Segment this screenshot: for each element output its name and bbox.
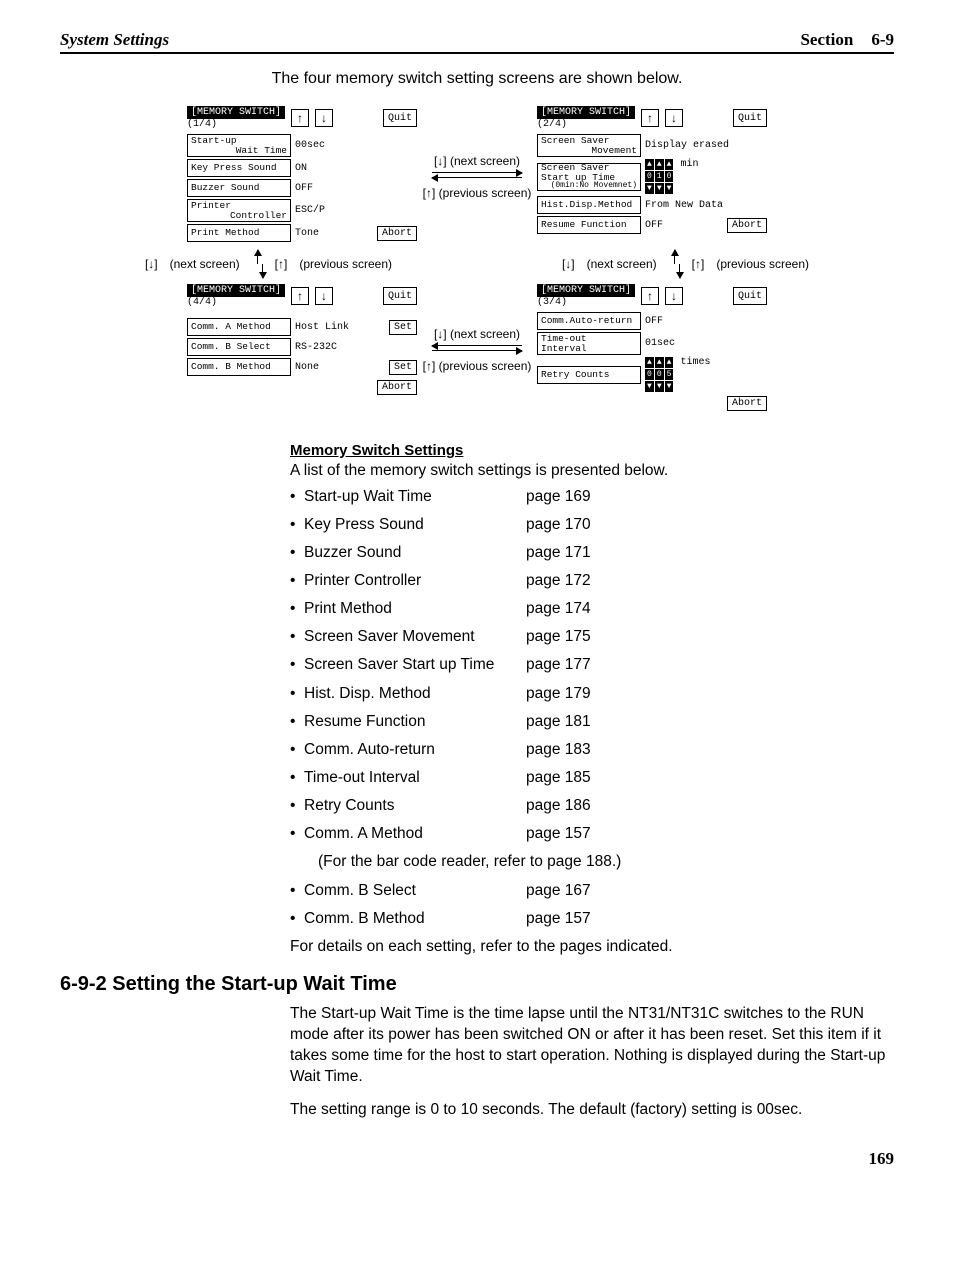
list-item: •Comm. Auto-returnpage 183 <box>290 740 894 760</box>
page-number: 169 <box>60 1149 894 1169</box>
list-item: •Comm. A Methodpage 157 <box>290 824 894 844</box>
panel2-down-button[interactable]: ↓ <box>665 109 683 127</box>
section-6-9-2-p2: The setting range is 0 to 10 seconds. Th… <box>290 1100 894 1121</box>
list-item: •Comm. B Methodpage 157 <box>290 909 894 929</box>
panel4-abort-button[interactable]: Abort <box>377 380 417 395</box>
nav-arrows-1-2: [↓] (next screen) [↑] (previous screen) <box>417 106 537 244</box>
list-item: •Retry Countspage 186 <box>290 796 894 816</box>
list-item: •Screen Saver Start up Timepage 177 <box>290 655 894 675</box>
panel3-quit-button[interactable]: Quit <box>733 287 767 305</box>
panel1-title: [MEMORY SWITCH] <box>187 106 285 119</box>
section-6-9-2-heading: 6-9-2 Setting the Start-up Wait Time <box>60 973 894 996</box>
panel3-down-button[interactable]: ↓ <box>665 287 683 305</box>
panel2-abort-button[interactable]: Abort <box>727 218 767 233</box>
list-item: •Print Methodpage 174 <box>290 599 894 619</box>
header-right: Section 6-9 <box>800 30 894 50</box>
panel4-page: (4/4) <box>187 297 285 308</box>
memswitch-lead: A list of the memory switch settings is … <box>290 461 894 481</box>
panel3-page: (3/4) <box>537 297 635 308</box>
list-item: •Start-up Wait Timepage 169 <box>290 487 894 507</box>
panel4-title: [MEMORY SWITCH] <box>187 284 285 297</box>
panel2-page: (2/4) <box>537 119 635 130</box>
panel3-abort-button[interactable]: Abort <box>727 396 767 411</box>
list-item: •Comm. B Selectpage 167 <box>290 881 894 901</box>
intro-text: The four memory switch setting screens a… <box>60 70 894 88</box>
page-header: System Settings Section 6-9 <box>60 30 894 54</box>
panel-3: [MEMORY SWITCH] (3/4) ↑ ↓ Quit Comm.Auto… <box>537 284 767 411</box>
memory-switch-block: Memory Switch Settings A list of the mem… <box>290 441 894 957</box>
panel-1: [MEMORY SWITCH] (1/4) ↑ ↓ Quit Start-upW… <box>187 106 417 244</box>
nav-arrows-4-3: [↓] (next screen) [↑] (previous screen) <box>417 284 537 411</box>
memswitch-list2: •Comm. B Selectpage 167 •Comm. B Methodpa… <box>290 881 894 929</box>
panel2-title: [MEMORY SWITCH] <box>537 106 635 119</box>
panel4-down-button[interactable]: ↓ <box>315 287 333 305</box>
memswitch-note: (For the bar code reader, refer to page … <box>318 852 894 872</box>
list-item: •Hist. Disp. Methodpage 179 <box>290 684 894 704</box>
panel2-quit-button[interactable]: Quit <box>733 109 767 127</box>
panel4-set-b-button[interactable]: Set <box>389 360 417 375</box>
panel-2: [MEMORY SWITCH] (2/4) ↑ ↓ Quit Screen Sa… <box>537 106 767 244</box>
panel4-up-button[interactable]: ↑ <box>291 287 309 305</box>
panel1-up-button[interactable]: ↑ <box>291 109 309 127</box>
panel1-abort-button[interactable]: Abort <box>377 226 417 241</box>
list-item: •Screen Saver Movementpage 175 <box>290 627 894 647</box>
list-item: •Key Press Soundpage 170 <box>290 515 894 535</box>
panel3-up-button[interactable]: ↑ <box>641 287 659 305</box>
panel2-up-button[interactable]: ↑ <box>641 109 659 127</box>
list-item: •Time-out Intervalpage 185 <box>290 768 894 788</box>
section-number: 6-9 <box>871 30 894 49</box>
memswitch-list: •Start-up Wait Timepage 169 •Key Press So… <box>290 487 894 845</box>
list-item: •Resume Functionpage 181 <box>290 712 894 732</box>
panel-4: [MEMORY SWITCH] (4/4) ↑ ↓ Quit Comm. A M… <box>187 284 417 411</box>
panel4-set-a-button[interactable]: Set <box>389 320 417 335</box>
panel1-quit-button[interactable]: Quit <box>383 109 417 127</box>
screens-diagram: [MEMORY SWITCH] (1/4) ↑ ↓ Quit Start-upW… <box>60 106 894 411</box>
list-item: •Printer Controllerpage 172 <box>290 571 894 591</box>
panel3-title: [MEMORY SWITCH] <box>537 284 635 297</box>
memswitch-tail: For details on each setting, refer to th… <box>290 937 894 957</box>
panel1-down-button[interactable]: ↓ <box>315 109 333 127</box>
panel4-quit-button[interactable]: Quit <box>383 287 417 305</box>
panel1-page: (1/4) <box>187 119 285 130</box>
memswitch-heading: Memory Switch Settings <box>290 441 894 461</box>
list-item: •Buzzer Soundpage 171 <box>290 543 894 563</box>
section-6-9-2-p1: The Start-up Wait Time is the time lapse… <box>290 1004 894 1088</box>
section-label: Section <box>800 30 853 49</box>
header-left: System Settings <box>60 30 169 50</box>
